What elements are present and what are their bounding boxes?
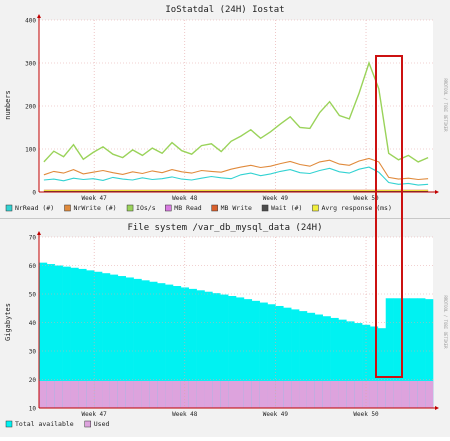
used-bar	[377, 380, 387, 408]
used-bar	[314, 380, 323, 408]
used-bar	[125, 380, 134, 408]
used-bar	[299, 380, 308, 408]
legend-swatch	[261, 204, 269, 212]
y-tick-label: 20	[29, 377, 37, 384]
used-bar	[243, 380, 253, 408]
iostat-dashboard: IoStatdal (24H) Iostat numbers RRDTOOL /…	[0, 0, 450, 437]
used-bar	[354, 380, 363, 408]
legend-swatch	[165, 204, 172, 212]
x-tick-label: Week 48	[172, 195, 198, 202]
used-bar	[157, 380, 166, 408]
legend-label: Avrg response (ms)	[321, 204, 391, 212]
charts-canvas: IoStatdal (24H) Iostat numbers RRDTOOL /…	[0, 0, 450, 437]
y-tick-label: 300	[25, 61, 36, 68]
x-tick-label: Week 48	[172, 411, 198, 418]
y-tick-label: 70	[29, 235, 37, 242]
used-bar	[133, 380, 142, 408]
filesystem-chart: File system /var_db_mysql_data (24H) Gig…	[4, 223, 448, 428]
x-tick-label: Week 49	[263, 195, 289, 202]
used-bar	[94, 380, 103, 408]
used-bar	[259, 380, 268, 408]
iostat-ylabel: numbers	[4, 90, 12, 120]
y-tick-label: 100	[25, 147, 36, 154]
used-bar	[54, 380, 63, 408]
used-bar	[109, 380, 119, 408]
filesystem-legend: Total available Used	[5, 420, 110, 428]
legend-label: NrRead (#)	[15, 204, 54, 212]
legend-label: Wait (#)	[271, 204, 302, 212]
y-tick-label: 50	[29, 292, 37, 299]
x-tick-label: Week 50	[353, 411, 379, 418]
used-bar	[251, 380, 260, 408]
used-bar	[346, 380, 355, 408]
legend-label: Total available	[15, 420, 74, 428]
filesystem-side-label: RRDTOOL / TOBI OETIKER	[443, 296, 448, 350]
y-tick-label: 60	[29, 263, 37, 270]
y-tick-label: 400	[25, 18, 36, 25]
used-bar	[102, 380, 111, 408]
legend-swatch	[312, 204, 319, 212]
used-bar	[236, 380, 245, 408]
used-bar	[417, 380, 426, 408]
used-bar	[196, 380, 205, 408]
used-bar	[401, 380, 410, 408]
y-tick-label: 200	[25, 104, 36, 111]
legend-label: MB Read	[174, 204, 201, 212]
used-bar	[267, 380, 276, 408]
used-bar	[165, 380, 174, 408]
y-tick-label: 40	[29, 320, 37, 327]
filesystem-ylabel: Gigabytes	[4, 303, 12, 341]
used-bar	[149, 380, 158, 408]
y-tick-label: 0	[32, 190, 36, 197]
used-bar	[283, 380, 292, 408]
used-bar	[322, 380, 331, 408]
legend-label: IOs/s	[136, 204, 156, 212]
y-tick-label: 30	[29, 349, 37, 356]
used-bar	[275, 380, 284, 408]
used-bar	[212, 380, 221, 408]
y-tick-label: 10	[29, 406, 37, 413]
legend-label: MB Write	[221, 204, 252, 212]
filesystem-title: File system /var_db_mysql_data (24H)	[127, 223, 322, 233]
legend-swatch	[5, 420, 13, 428]
used-bar	[46, 380, 56, 408]
legend-swatch	[5, 204, 13, 212]
used-bar	[425, 380, 434, 408]
iostat-side-label: RRDTOOL / TOBI OETIKER	[443, 79, 448, 133]
used-bar	[141, 380, 150, 408]
used-bar	[172, 380, 182, 408]
used-bar	[228, 380, 237, 408]
used-bar	[117, 380, 126, 408]
legend-swatch	[126, 204, 134, 212]
used-bar	[188, 380, 197, 408]
used-bar	[369, 380, 379, 408]
legend-label: NrWrite (#)	[74, 204, 117, 212]
used-bar	[39, 380, 48, 408]
x-tick-label: Week 47	[82, 195, 108, 202]
iostat-title: IoStatdal (24H) Iostat	[165, 5, 284, 15]
used-bar	[62, 380, 71, 408]
legend-swatch	[64, 204, 71, 212]
used-bar	[338, 380, 347, 408]
used-bar	[220, 380, 229, 408]
used-bar	[70, 380, 79, 408]
used-bar	[86, 380, 95, 408]
used-bar	[385, 380, 394, 408]
x-tick-label: Week 49	[263, 411, 289, 418]
used-bar	[409, 380, 418, 408]
legend-swatch	[84, 420, 91, 428]
used-bar	[330, 380, 339, 408]
iostat-chart: IoStatdal (24H) Iostat numbers RRDTOOL /…	[4, 5, 448, 212]
used-bar	[78, 380, 87, 408]
legend-swatch	[211, 204, 218, 212]
used-bar	[291, 380, 300, 408]
used-bar	[204, 380, 213, 408]
x-tick-label: Week 47	[82, 411, 108, 418]
iostat-plot-area	[39, 20, 433, 192]
legend-label: Used	[94, 420, 110, 428]
used-bar	[393, 380, 402, 408]
used-bar	[306, 380, 316, 408]
